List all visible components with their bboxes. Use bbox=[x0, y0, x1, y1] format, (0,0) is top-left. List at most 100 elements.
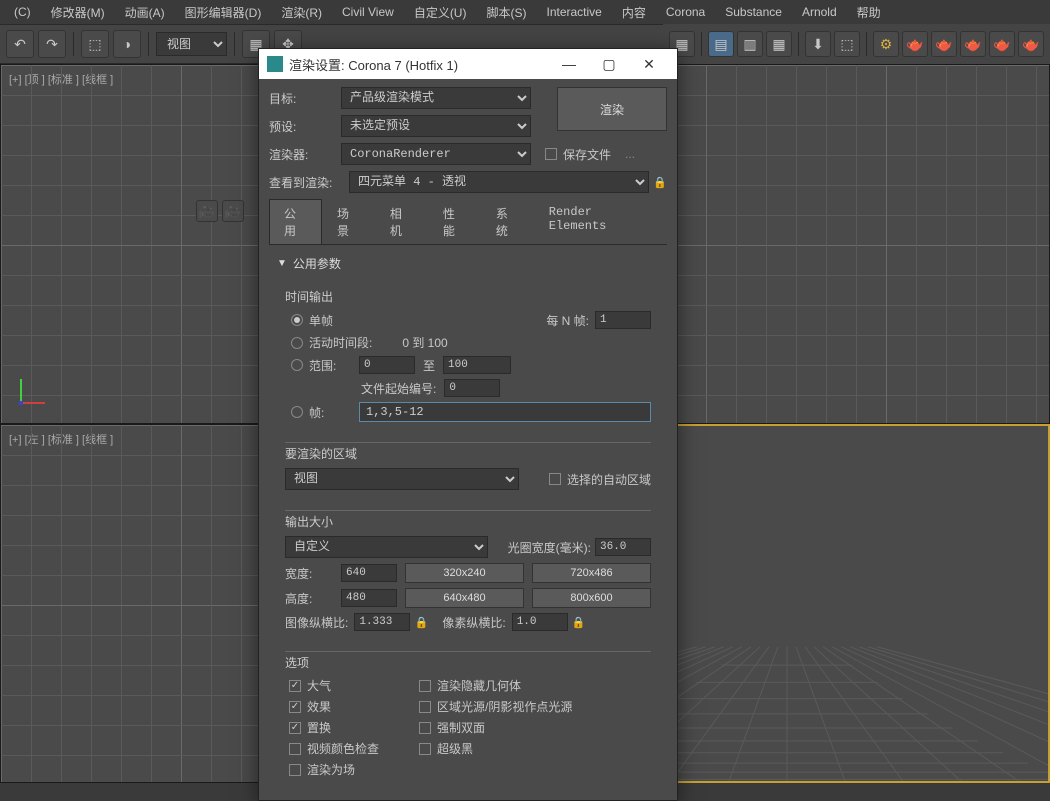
tab-system[interactable]: 系统 bbox=[481, 199, 534, 244]
teapot-icon[interactable]: 🫖 bbox=[960, 31, 986, 57]
unlink-button[interactable]: ◑ bbox=[113, 30, 141, 58]
menu-item[interactable]: Corona bbox=[656, 5, 715, 19]
right-toolbar: ▦ ▤ ▥ ▦ ⬇ ⬚ ⚙ 🫖 🫖 🫖 🫖 🫖 bbox=[663, 24, 1050, 64]
radio-single-frame[interactable] bbox=[291, 314, 303, 326]
render-button[interactable]: 渲染 bbox=[557, 87, 667, 131]
dialog-titlebar[interactable]: 渲染设置: Corona 7 (Hotfix 1) — ▢ ✕ bbox=[259, 49, 677, 79]
menu-item[interactable]: Arnold bbox=[792, 5, 847, 19]
menu-item[interactable]: 自定义(U) bbox=[404, 4, 477, 21]
image-aspect-input[interactable] bbox=[354, 613, 410, 631]
range-from-input[interactable] bbox=[359, 356, 415, 374]
minimize-button[interactable]: — bbox=[549, 49, 589, 79]
maximize-button[interactable]: ▢ bbox=[589, 49, 629, 79]
range-sep: 至 bbox=[423, 357, 435, 374]
menu-item[interactable]: 动画(A) bbox=[115, 4, 175, 21]
preset-select[interactable]: 未选定预设 bbox=[341, 115, 531, 137]
height-label: 高度: bbox=[285, 590, 333, 607]
radio-label: 帧: bbox=[309, 404, 359, 421]
file-start-input[interactable] bbox=[444, 379, 500, 397]
preset-button[interactable]: 800x600 bbox=[532, 588, 651, 608]
radio-frames[interactable] bbox=[291, 406, 303, 418]
option-checkbox[interactable] bbox=[419, 701, 431, 713]
area-select[interactable]: 视图 bbox=[285, 468, 519, 490]
menu-item[interactable]: 脚本(S) bbox=[476, 4, 536, 21]
renderer-select[interactable]: CoronaRenderer bbox=[341, 143, 531, 165]
option-checkbox[interactable] bbox=[419, 743, 431, 755]
preset-button[interactable]: 640x480 bbox=[405, 588, 524, 608]
view-select[interactable]: 视图 bbox=[156, 32, 227, 56]
tool-icon[interactable]: ⬇ bbox=[805, 31, 831, 57]
teapot-icon[interactable]: 🫖 bbox=[1018, 31, 1044, 57]
menu-item[interactable]: Interactive bbox=[536, 5, 611, 19]
teapot-icon[interactable]: 🫖 bbox=[902, 31, 928, 57]
menu-item[interactable]: (C) bbox=[4, 5, 41, 19]
active-range-text: 0 到 100 bbox=[402, 334, 447, 351]
option-checkbox[interactable] bbox=[419, 722, 431, 734]
menu-item[interactable]: 修改器(M) bbox=[41, 4, 115, 21]
auto-area-checkbox[interactable] bbox=[549, 473, 561, 485]
range-to-input[interactable] bbox=[443, 356, 511, 374]
section-title: 选项 bbox=[285, 651, 651, 671]
camera-icon[interactable]: 🎥 bbox=[196, 200, 218, 222]
menu-item[interactable]: 图形编辑器(D) bbox=[175, 4, 272, 21]
menu-item[interactable]: Civil View bbox=[332, 5, 404, 19]
tool-icon[interactable]: ⬚ bbox=[834, 31, 860, 57]
preset-button[interactable]: 320x240 bbox=[405, 563, 524, 583]
width-input[interactable] bbox=[341, 564, 397, 582]
redo-button[interactable]: ↷ bbox=[38, 30, 66, 58]
tab-common[interactable]: 公用 bbox=[269, 199, 322, 244]
lock-icon[interactable]: 🔒 bbox=[414, 615, 428, 629]
gear-icon[interactable]: ⚙ bbox=[873, 31, 899, 57]
view-to-render-select[interactable]: 四元菜单 4 - 透视 bbox=[349, 171, 649, 193]
tool-icon[interactable]: ▦ bbox=[766, 31, 792, 57]
auto-area-label: 选择的自动区域 bbox=[567, 471, 651, 488]
save-file-checkbox[interactable] bbox=[545, 148, 557, 160]
lock-icon[interactable]: 🔒 bbox=[653, 175, 667, 189]
option-label: 视频颜色检查 bbox=[307, 740, 379, 757]
option-label: 渲染隐藏几何体 bbox=[437, 677, 521, 694]
teapot-icon[interactable]: 🫖 bbox=[931, 31, 957, 57]
menu-item[interactable]: Substance bbox=[715, 5, 792, 19]
height-input[interactable] bbox=[341, 589, 397, 607]
option-checkbox[interactable] bbox=[419, 680, 431, 692]
teapot-icon[interactable]: 🫖 bbox=[989, 31, 1015, 57]
panel-header[interactable]: 公用参数 bbox=[277, 255, 659, 272]
option-checkbox[interactable] bbox=[289, 680, 301, 692]
target-select[interactable]: 产品级渲染模式 bbox=[341, 87, 531, 109]
close-button[interactable]: ✕ bbox=[629, 49, 669, 79]
option-checkbox[interactable] bbox=[289, 764, 301, 776]
option-label: 大气 bbox=[307, 677, 331, 694]
every-n-input[interactable] bbox=[595, 311, 651, 329]
tab-render-elements[interactable]: Render Elements bbox=[534, 199, 667, 244]
lock-icon[interactable]: 🔒 bbox=[572, 615, 586, 629]
render-setup-dialog: 渲染设置: Corona 7 (Hotfix 1) — ▢ ✕ 目标: 产品级渲… bbox=[258, 48, 678, 801]
save-file-label: 保存文件 bbox=[563, 146, 611, 163]
radio-range[interactable] bbox=[291, 359, 303, 371]
link-button[interactable]: ⬚ bbox=[81, 30, 109, 58]
pixel-aspect-input[interactable] bbox=[512, 613, 568, 631]
axis-gizmo-icon bbox=[13, 371, 53, 411]
tab-perf[interactable]: 性能 bbox=[428, 199, 481, 244]
option-checkbox[interactable] bbox=[289, 701, 301, 713]
tool-icon[interactable]: ▤ bbox=[708, 31, 734, 57]
aperture-input[interactable] bbox=[595, 538, 651, 556]
tab-scene[interactable]: 场景 bbox=[322, 199, 375, 244]
frames-input[interactable] bbox=[359, 402, 651, 422]
tab-camera[interactable]: 相机 bbox=[375, 199, 428, 244]
tool-icon[interactable]: ▥ bbox=[737, 31, 763, 57]
option-checkbox[interactable] bbox=[289, 722, 301, 734]
undo-button[interactable]: ↶ bbox=[6, 30, 34, 58]
menu-item[interactable]: 帮助 bbox=[847, 4, 891, 21]
option-checkbox[interactable] bbox=[289, 743, 301, 755]
main-menu: (C) 修改器(M) 动画(A) 图形编辑器(D) 渲染(R) Civil Vi… bbox=[0, 0, 1050, 24]
app-icon bbox=[267, 56, 283, 72]
pixel-aspect-label: 像素纵横比: bbox=[442, 614, 505, 631]
side-mini-toolbar: 🎥 🎥 bbox=[196, 200, 244, 222]
radio-active-segment[interactable] bbox=[291, 337, 303, 349]
output-custom-select[interactable]: 自定义 bbox=[285, 536, 488, 558]
menu-item[interactable]: 渲染(R) bbox=[271, 4, 332, 21]
aperture-label: 光圈宽度(毫米): bbox=[508, 539, 591, 556]
menu-item[interactable]: 内容 bbox=[612, 4, 656, 21]
preset-button[interactable]: 720x486 bbox=[532, 563, 651, 583]
camera-icon[interactable]: 🎥 bbox=[222, 200, 244, 222]
